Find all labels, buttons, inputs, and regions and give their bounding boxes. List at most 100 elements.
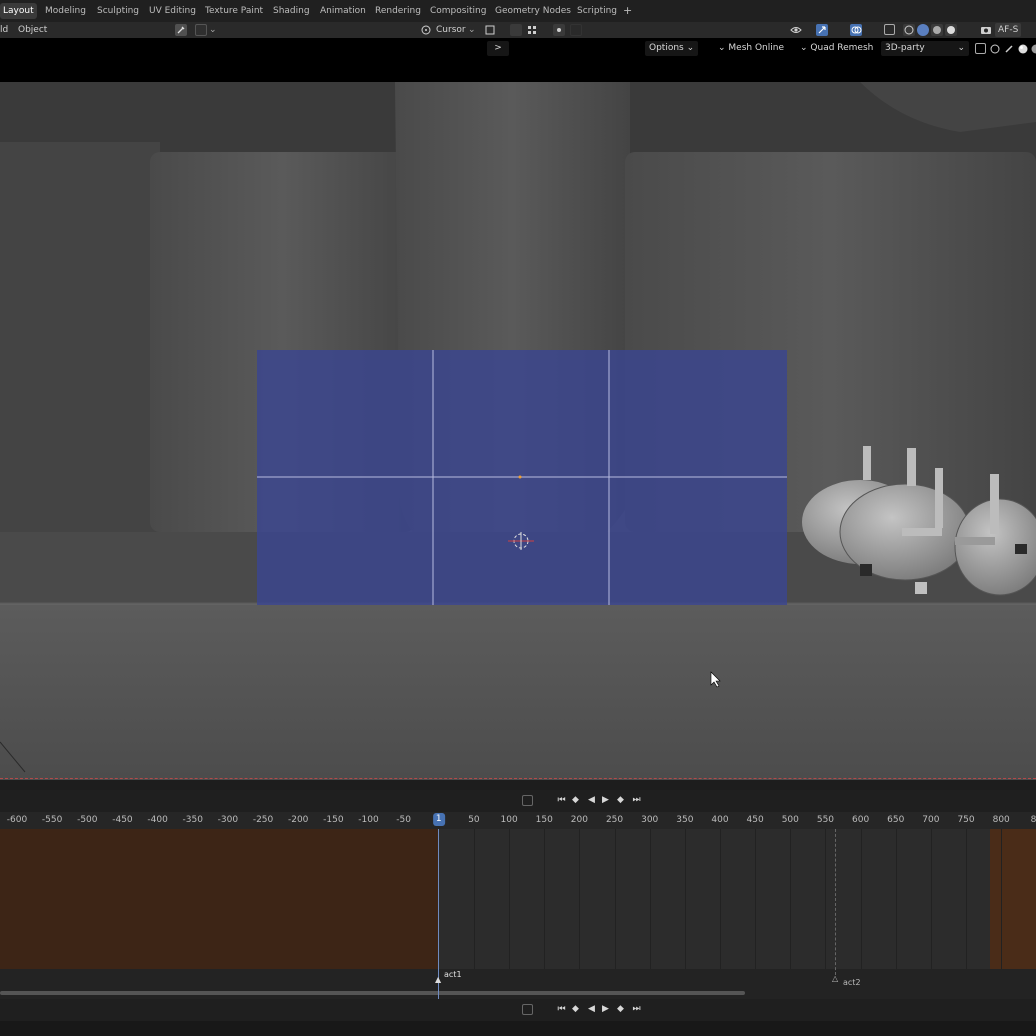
xray-toggle-icon[interactable]: [884, 24, 895, 35]
tab-compositing[interactable]: Compositing: [427, 3, 489, 19]
ruler-tick-label: 450: [746, 815, 764, 825]
options-dropdown[interactable]: Options ⌄: [645, 41, 699, 56]
eyedropper-icon[interactable]: [175, 24, 187, 36]
mode-prefix: ld: [0, 25, 9, 35]
auto-keying-icon[interactable]: [522, 1004, 533, 1015]
ruler-tick-label: 150: [535, 815, 553, 825]
frame-gridline: [614, 829, 616, 969]
header-spacer: [0, 60, 1036, 82]
frame-gridline: [966, 829, 968, 969]
tab-geometry-nodes[interactable]: Geometry Nodes: [492, 3, 574, 19]
frame-gridlines: [0, 829, 1036, 969]
viewport-header: ld Object ⌄ Cursor ⌄ AF-S: [0, 22, 1036, 38]
ruler-tick-label: -500: [77, 815, 98, 825]
tab-scripting[interactable]: Scripting: [574, 3, 620, 19]
ruler-tick-label: -450: [112, 815, 133, 825]
grid-select-icon[interactable]: [975, 43, 986, 54]
marker-act2-icon[interactable]: △: [832, 974, 838, 983]
wireframe-shading-icon[interactable]: [903, 24, 915, 36]
jump-start-icon[interactable]: ⏮: [556, 795, 567, 806]
category-label: 3D-party: [885, 43, 925, 53]
chevron-down-icon[interactable]: ⌄: [468, 23, 476, 37]
ruler-tick-label: -300: [217, 815, 239, 825]
current-frame-indicator[interactable]: 1: [432, 813, 445, 826]
frame-gridline: [579, 829, 581, 969]
play-reverse-icon[interactable]: ◀: [586, 795, 597, 806]
proportional-edit-icon[interactable]: [553, 24, 565, 36]
next-keyframe-icon[interactable]: ◆: [615, 1004, 626, 1015]
tab-layout[interactable]: Layout: [0, 3, 37, 19]
add-workspace-button[interactable]: +: [623, 3, 632, 19]
rendered-shading-icon[interactable]: [945, 24, 957, 36]
transform-pivot-dropdown[interactable]: Cursor: [436, 23, 466, 37]
frame-gridline: [790, 829, 792, 969]
edit-icon[interactable]: [1003, 43, 1015, 55]
quad-remesh-panel[interactable]: ⌄ Quad Remesh: [796, 41, 877, 56]
jump-end-icon[interactable]: ⏭: [631, 1004, 642, 1015]
magnet-icon[interactable]: [510, 24, 522, 36]
ruler-tick-label: 650: [887, 815, 905, 825]
frame-gridline: [684, 829, 686, 969]
jump-start-icon[interactable]: ⏮: [556, 1004, 567, 1015]
marker-act2-label: act2: [843, 978, 861, 987]
frame-gridline: [825, 829, 827, 969]
gizmo-toggle-icon[interactable]: [816, 24, 828, 36]
object-origin: [518, 475, 522, 479]
next-keyframe-icon[interactable]: ◆: [615, 795, 626, 806]
tab-texture-paint[interactable]: Texture Paint: [202, 3, 266, 19]
timeline-ruler[interactable]: -600 -550 -500 -450 -400 -350 -300 -250 -200 -150…: [0, 812, 1036, 829]
tab-sculpting[interactable]: Sculpting: [94, 3, 142, 19]
chevron-down-icon: ⌄: [718, 43, 729, 53]
play-icon[interactable]: ▶: [600, 1004, 611, 1015]
lasso-icon[interactable]: [989, 43, 1001, 55]
snap-toggle-icon[interactable]: [195, 24, 207, 36]
3d-viewport[interactable]: [0, 82, 1036, 780]
render-badge[interactable]: AF-S: [995, 23, 1022, 37]
snap-icon[interactable]: [484, 24, 496, 36]
material-preview-icon[interactable]: [931, 24, 943, 36]
snap-grid-icon[interactable]: [526, 24, 538, 36]
jump-end-icon[interactable]: ⏭: [631, 795, 642, 806]
chevron-down-icon: ⌄: [800, 43, 811, 53]
timeline-track-area[interactable]: ▲ act1 △ act2: [0, 829, 1036, 999]
object-mode-dropdown[interactable]: Object: [18, 23, 47, 37]
mesh-online-panel[interactable]: ⌄ Mesh Online: [714, 41, 788, 56]
area-divider[interactable]: [0, 780, 1036, 790]
play-reverse-icon[interactable]: ◀: [586, 1004, 597, 1015]
pivot-point-icon[interactable]: [420, 24, 432, 36]
solid-shading-icon[interactable]: [917, 24, 929, 36]
overlays-toggle-icon[interactable]: [850, 24, 862, 36]
frame-gridline: [544, 829, 546, 969]
tab-modeling[interactable]: Modeling: [42, 3, 89, 19]
floor: [0, 604, 1036, 780]
tab-shading[interactable]: Shading: [270, 3, 313, 19]
mesh-online-label: Mesh Online: [728, 43, 784, 53]
material-ball-icon[interactable]: [1017, 43, 1029, 55]
world-icon[interactable]: [1030, 43, 1036, 55]
visibility-eye-icon[interactable]: [790, 24, 802, 36]
expand-toggle-button[interactable]: >: [487, 41, 509, 56]
play-icon[interactable]: ▶: [600, 795, 611, 806]
ruler-tick-label: -550: [41, 815, 63, 825]
tab-uv-editing[interactable]: UV Editing: [146, 3, 199, 19]
horizontal-scrollbar[interactable]: [0, 991, 745, 995]
ruler-tick-label: 550: [816, 815, 835, 825]
timeline-header: ⏮ ◆ ◀ ▶ ◆ ⏭: [0, 790, 1036, 812]
chevron-down-icon[interactable]: ⌄: [209, 23, 217, 37]
tool-settings-header: > Options ⌄ ⌄ Mesh Online ⌄ Quad Remesh …: [0, 38, 1036, 60]
frame-gridline: [860, 829, 862, 969]
tab-rendering[interactable]: Rendering: [372, 3, 424, 19]
falloff-icon[interactable]: [570, 24, 582, 36]
marker-act1-icon[interactable]: ▲: [435, 975, 441, 984]
ruler-tick-label: 300: [641, 815, 659, 825]
tab-animation[interactable]: Animation: [317, 3, 369, 19]
category-dropdown[interactable]: 3D-party ⌄: [881, 41, 969, 56]
frame-gridline: [509, 829, 511, 969]
ruler-tick-label: -150: [323, 815, 344, 825]
camera-icon[interactable]: [980, 24, 992, 36]
auto-keying-icon[interactable]: [522, 795, 533, 806]
ruler-tick-label: -350: [182, 815, 203, 825]
prev-keyframe-icon[interactable]: ◆: [570, 1004, 581, 1015]
ruler-tick-label: -200: [287, 815, 309, 825]
prev-keyframe-icon[interactable]: ◆: [570, 795, 581, 806]
